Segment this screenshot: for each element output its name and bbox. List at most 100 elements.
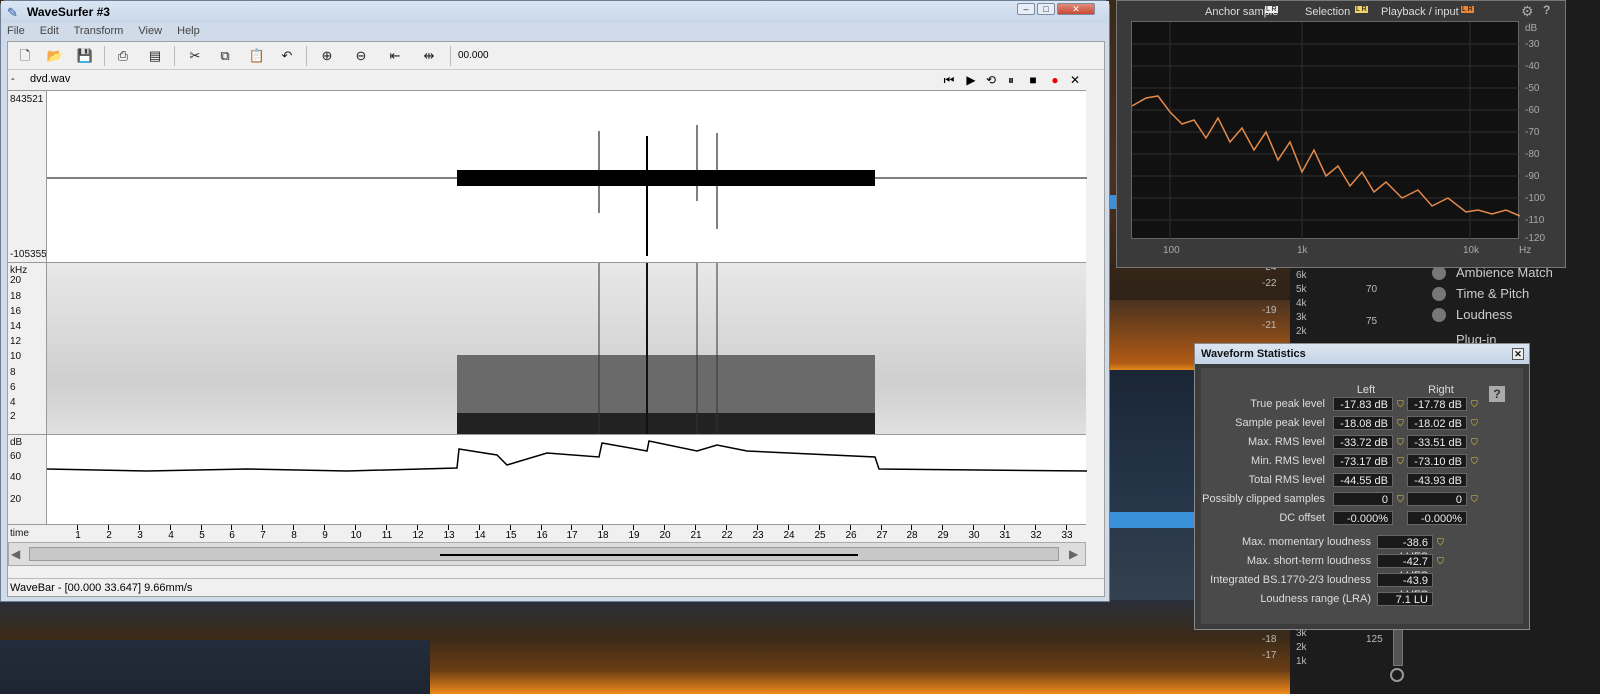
module-time-pitch[interactable]: Time & Pitch <box>1456 286 1529 301</box>
locate-pin-icon[interactable]: ⛉ <box>1437 537 1445 547</box>
zoom-full-icon[interactable]: ⇹ <box>420 47 438 65</box>
paste-icon[interactable]: 📋 <box>248 47 266 65</box>
loudness-value: -42.7 LUFS <box>1377 554 1433 582</box>
legend-playback-lr[interactable]: L R <box>1461 6 1474 13</box>
spectrogram-plot[interactable] <box>46 263 1086 434</box>
spectrum-y-tick: -110 <box>1525 215 1545 226</box>
legend-selection-lr[interactable]: L R <box>1355 6 1368 13</box>
zoom-icon[interactable] <box>1390 668 1404 682</box>
minimize-button[interactable]: – <box>1017 3 1035 15</box>
rx-khz-label: 4k <box>1296 298 1307 309</box>
close-file-icon[interactable]: ✕ <box>1068 73 1082 87</box>
scroll-thumb[interactable] <box>29 547 1059 561</box>
spectrum-x-tick: 100 <box>1163 245 1180 256</box>
waveform-plot[interactable] <box>46 91 1087 262</box>
properties-icon[interactable]: ▤ <box>146 47 164 65</box>
open-folder-icon[interactable]: 📂 <box>46 47 64 65</box>
time-tick-label: 6 <box>229 530 235 541</box>
save-icon[interactable]: 💾 <box>76 47 94 65</box>
rx-khz-label: 3k <box>1296 312 1307 323</box>
locate-pin-icon[interactable]: ⛉ <box>1397 456 1405 466</box>
loudness-label: Loudness range (LRA) <box>1260 593 1371 605</box>
spec-tick: 18 <box>10 291 22 302</box>
rx-db-label: 75 <box>1366 316 1378 327</box>
menu-transform[interactable]: Transform <box>74 25 124 37</box>
statistics-title-bar[interactable]: Waveform Statistics ✕ <box>1195 344 1529 364</box>
play-loop-icon[interactable]: ⟲ <box>984 73 998 87</box>
time-tick-label: 21 <box>690 530 702 541</box>
level-trace <box>46 440 1088 472</box>
time-tick-label: 19 <box>628 530 640 541</box>
menu-bar: File Edit Transform View Help <box>7 25 212 41</box>
time-tick-label: 10 <box>350 530 362 541</box>
zoom-in-icon[interactable]: ⊕ <box>318 47 336 65</box>
copy-icon[interactable]: ⧉ <box>216 47 234 65</box>
cut-icon[interactable]: ✂ <box>186 47 204 65</box>
locate-pin-icon[interactable]: ⛉ <box>1437 556 1445 566</box>
spectrogram-pane: kHz 20 18 16 14 12 10 8 6 4 2 <box>8 262 1086 434</box>
title-bar[interactable]: ✎ WaveSurfer #3 – □ ✕ <box>1 1 1109 23</box>
level-plot[interactable] <box>46 435 1088 524</box>
file-dash: - <box>11 73 15 85</box>
rx-khz-label: 2k <box>1296 326 1307 337</box>
help-icon[interactable]: ? <box>1543 3 1550 17</box>
locate-pin-icon[interactable]: ⛉ <box>1471 494 1479 504</box>
locate-pin-icon[interactable]: ⛉ <box>1397 437 1405 447</box>
help-icon[interactable]: ? <box>1489 386 1505 402</box>
spectrum-analyzer-panel: Anchor sample L R Selection L R Playback… <box>1116 0 1566 268</box>
time-tick-label: 23 <box>752 530 764 541</box>
locate-pin-icon[interactable]: ⛉ <box>1471 456 1479 466</box>
undo-icon[interactable]: ↶ <box>278 47 296 65</box>
menu-view[interactable]: View <box>138 25 162 37</box>
print-icon[interactable]: ⎙ <box>114 47 132 65</box>
play-icon[interactable]: ▶ <box>964 73 978 87</box>
new-file-icon[interactable]: 🗋 <box>16 47 34 65</box>
time-tick-label: 31 <box>999 530 1011 541</box>
horizontal-scrollbar[interactable]: ◀ ▶ <box>8 542 1086 566</box>
statistics-title: Waveform Statistics <box>1201 348 1306 360</box>
record-icon[interactable]: ● <box>1048 73 1062 87</box>
locate-pin-icon[interactable]: ⛉ <box>1471 399 1479 409</box>
spec-band <box>457 413 875 434</box>
scroll-right-icon[interactable]: ▶ <box>1069 546 1083 562</box>
locate-pin-icon[interactable]: ⛉ <box>1471 418 1479 428</box>
settings-gear-icon[interactable]: ⚙ <box>1521 3 1534 20</box>
spectrum-plot[interactable] <box>1131 21 1521 240</box>
spectrum-y-unit: dB <box>1525 23 1538 34</box>
menu-edit[interactable]: Edit <box>40 25 59 37</box>
time-tick-label: 4 <box>168 530 174 541</box>
rx-zoom-slider[interactable] <box>1393 626 1403 666</box>
file-bar: - dvd.wav ⏮ ▶ ⟲ ⏸ ■ ● ✕ <box>8 71 1104 89</box>
time-tick-label: 2 <box>106 530 112 541</box>
time-tick-label: 9 <box>322 530 328 541</box>
time-tick-label: 25 <box>814 530 826 541</box>
menu-file[interactable]: File <box>7 25 25 37</box>
zoom-out-icon[interactable]: ⊖ <box>352 47 370 65</box>
skip-start-icon[interactable]: ⏮ <box>942 73 956 87</box>
locate-pin-icon[interactable]: ⛉ <box>1471 437 1479 447</box>
legend-selection: Selection <box>1305 6 1351 18</box>
module-loudness[interactable]: Loudness <box>1456 307 1512 322</box>
stop-icon[interactable]: ■ <box>1026 73 1040 87</box>
scroll-wave-preview <box>440 554 858 556</box>
pause-icon[interactable]: ⏸ <box>1004 73 1018 87</box>
close-icon[interactable]: ✕ <box>1512 348 1524 360</box>
locate-pin-icon[interactable]: ⛉ <box>1397 399 1405 409</box>
time-tick-label: 20 <box>659 530 671 541</box>
time-tick-label: 30 <box>968 530 980 541</box>
locate-pin-icon[interactable]: ⛉ <box>1397 418 1405 428</box>
time-tick-label: 8 <box>291 530 297 541</box>
locate-pin-icon[interactable]: ⛉ <box>1397 494 1405 504</box>
legend-anchor-lr[interactable]: L R <box>1265 6 1278 13</box>
maximize-button[interactable]: □ <box>1037 3 1055 15</box>
stat-label: True peak level <box>1250 398 1325 410</box>
wave-ymax: 843521 <box>10 94 44 105</box>
stat-right-value: -17.78 dB <box>1407 397 1467 411</box>
close-button[interactable]: ✕ <box>1057 3 1095 15</box>
stat-right-value: -73.10 dB <box>1407 454 1467 468</box>
loudness-label: Max. short-term loudness <box>1246 555 1371 567</box>
menu-help[interactable]: Help <box>177 25 200 37</box>
zoom-selection-icon[interactable]: ⇤ <box>386 47 404 65</box>
stat-label: Max. RMS level <box>1247 436 1325 448</box>
scroll-left-icon[interactable]: ◀ <box>11 546 25 562</box>
